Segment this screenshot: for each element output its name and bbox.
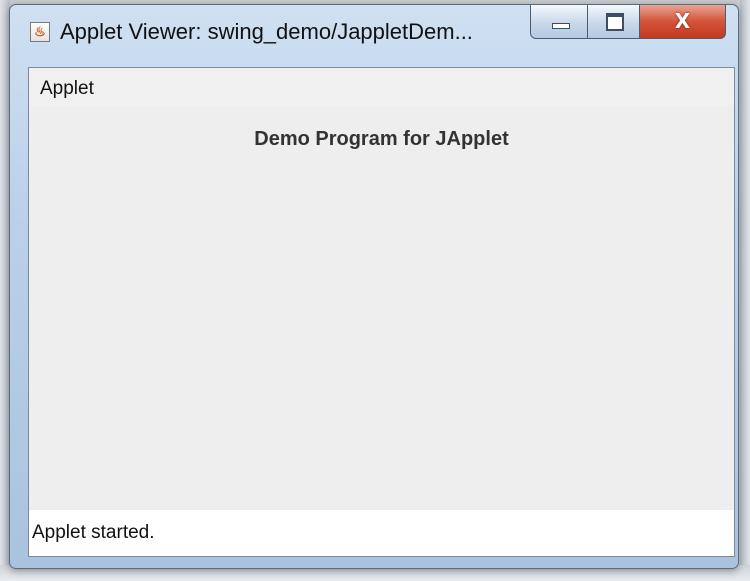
java-cup-icon[interactable]: ♨ (30, 22, 50, 42)
status-bar: Applet started. (29, 510, 734, 556)
minimize-icon (552, 23, 570, 29)
maximize-icon (606, 13, 624, 31)
desktop-background-right (740, 0, 750, 581)
window-title: Applet Viewer: swing_demo/JappletDem... (60, 19, 473, 44)
close-button[interactable]: X (640, 5, 726, 39)
applet-viewer-window: ♨ Applet Viewer: swing_demo/JappletDem..… (9, 4, 739, 569)
menu-item-applet[interactable]: Applet (40, 78, 94, 100)
menu-bar: Applet (29, 68, 734, 106)
title-bar[interactable]: ♨ Applet Viewer: swing_demo/JappletDem..… (10, 5, 738, 65)
maximize-button[interactable] (588, 5, 640, 39)
applet-heading: Demo Program for JApplet (254, 128, 509, 150)
minimize-button[interactable] (530, 5, 588, 39)
status-text: Applet started. (32, 522, 155, 543)
caption-buttons: X (530, 5, 726, 39)
close-icon: X (674, 9, 691, 33)
client-area: Applet Demo Program for JApplet Applet s… (28, 67, 735, 557)
applet-panel: Demo Program for JApplet (29, 106, 734, 510)
